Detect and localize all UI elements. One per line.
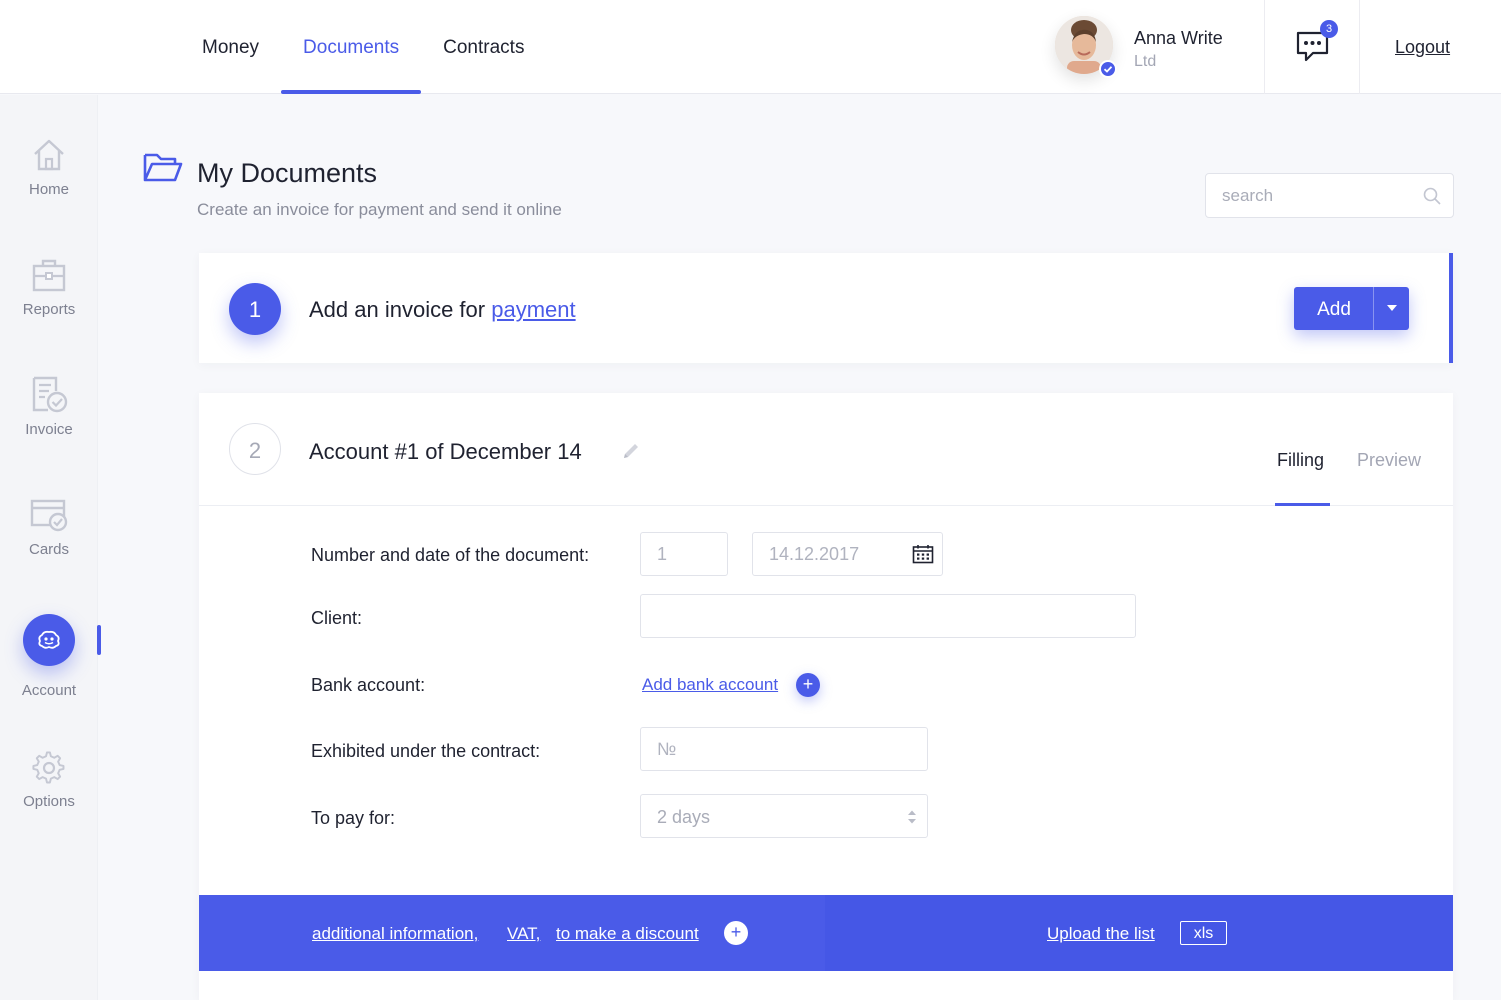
add-bank-account-link[interactable]: Add bank account	[642, 675, 778, 695]
main-nav: Money Documents Contracts	[180, 0, 546, 94]
document-number-input[interactable]	[640, 532, 728, 576]
add-button-label: Add	[1317, 299, 1351, 320]
pay-for-value: 2 days	[657, 807, 711, 827]
search-icon[interactable]	[1423, 187, 1441, 205]
payment-link[interactable]: payment	[491, 297, 575, 322]
sidebar-item-label: Cards	[28, 541, 69, 558]
sidebar-item-options[interactable]: Options	[0, 751, 98, 819]
nav-item-money[interactable]: Money	[180, 0, 281, 94]
contract-input[interactable]	[640, 727, 928, 771]
discount-link[interactable]: to make a discount	[556, 924, 699, 944]
messages-count-badge: 3	[1320, 20, 1338, 38]
step1-title: Add an invoice for payment	[309, 297, 576, 323]
user-name: Anna Write	[1134, 28, 1223, 48]
messages-button[interactable]: 3	[1264, 0, 1360, 94]
sidebar-item-account[interactable]: Account	[0, 614, 98, 708]
step1-title-text: Add an invoice for	[309, 297, 486, 322]
step2-title: Account #1 of December 14	[309, 439, 582, 464]
tab-filling[interactable]: Filling	[1277, 450, 1324, 471]
calendar-icon[interactable]	[912, 544, 934, 564]
logout-link[interactable]: Logout	[1395, 37, 1450, 58]
step2-header: 2 Account #1 of December 14 Filling Prev…	[199, 393, 1453, 506]
step2-number: 2	[229, 423, 281, 475]
top-header: Money Documents Contracts Anna Write Ltd	[0, 0, 1501, 94]
verified-badge-icon	[1099, 60, 1117, 78]
client-label: Client:	[311, 608, 363, 628]
step1-card: 1 Add an invoice for payment Add	[199, 253, 1453, 363]
bank-account-label: Bank account:	[311, 675, 426, 695]
add-extra-plus-icon[interactable]: +	[724, 921, 748, 945]
account-icon	[38, 630, 60, 649]
page-title: My Documents	[197, 158, 378, 188]
user-company: Ltd	[1134, 53, 1157, 70]
sidebar-item-label: Options	[23, 793, 75, 810]
sidebar: Home Reports Invoice Cards Account Optio…	[0, 95, 101, 1000]
sidebar-item-label: Home	[28, 181, 69, 198]
search-box[interactable]	[1205, 173, 1454, 218]
chevron-down-icon[interactable]	[1373, 287, 1409, 330]
invoice-icon	[32, 376, 68, 413]
add-bank-account-plus-icon[interactable]: +	[796, 673, 820, 697]
select-arrows-icon	[908, 810, 916, 824]
number-date-label: Number and date of the document:	[311, 545, 590, 565]
sidebar-item-invoice[interactable]: Invoice	[0, 375, 98, 447]
step1-number: 1	[229, 283, 281, 335]
home-icon	[34, 139, 64, 171]
briefcase-icon	[32, 259, 66, 292]
step2-card: 2 Account #1 of December 14 Filling Prev…	[199, 393, 1453, 1000]
add-button[interactable]: Add	[1294, 287, 1409, 330]
tab-active-underline	[1275, 503, 1330, 506]
upload-list-link[interactable]: Upload the list	[1047, 924, 1155, 944]
user-profile[interactable]: Anna Write Ltd	[1055, 16, 1255, 78]
account-icon-circle	[23, 614, 75, 666]
sidebar-item-home[interactable]: Home	[0, 137, 98, 207]
card-icon	[30, 499, 68, 532]
vat-link[interactable]: VAT,	[507, 924, 540, 944]
xls-button[interactable]: xls	[1180, 921, 1227, 945]
page-subtitle: Create an invoice for payment and send i…	[197, 200, 562, 219]
client-input[interactable]	[640, 594, 1136, 638]
folder-icon	[143, 153, 183, 182]
sidebar-item-reports[interactable]: Reports	[0, 257, 98, 327]
pencil-icon[interactable]	[621, 441, 641, 461]
contract-label: Exhibited under the contract:	[311, 741, 541, 761]
sidebar-item-label: Account	[21, 682, 77, 699]
sidebar-active-marker	[97, 625, 101, 655]
search-input[interactable]	[1222, 174, 1422, 217]
additional-info-link[interactable]: additional information,	[312, 924, 478, 944]
pay-for-select[interactable]: 2 days	[640, 794, 928, 838]
bottom-action-bar: additional information, VAT, to make a d…	[199, 895, 1453, 971]
sidebar-item-label: Reports	[22, 301, 76, 318]
nav-item-contracts[interactable]: Contracts	[421, 0, 546, 94]
pay-for-label: To pay for:	[311, 808, 396, 828]
tab-preview[interactable]: Preview	[1357, 450, 1421, 471]
sidebar-item-cards[interactable]: Cards	[0, 497, 98, 567]
gear-icon	[32, 751, 65, 784]
nav-item-documents[interactable]: Documents	[281, 0, 422, 94]
sidebar-item-label: Invoice	[25, 421, 73, 438]
